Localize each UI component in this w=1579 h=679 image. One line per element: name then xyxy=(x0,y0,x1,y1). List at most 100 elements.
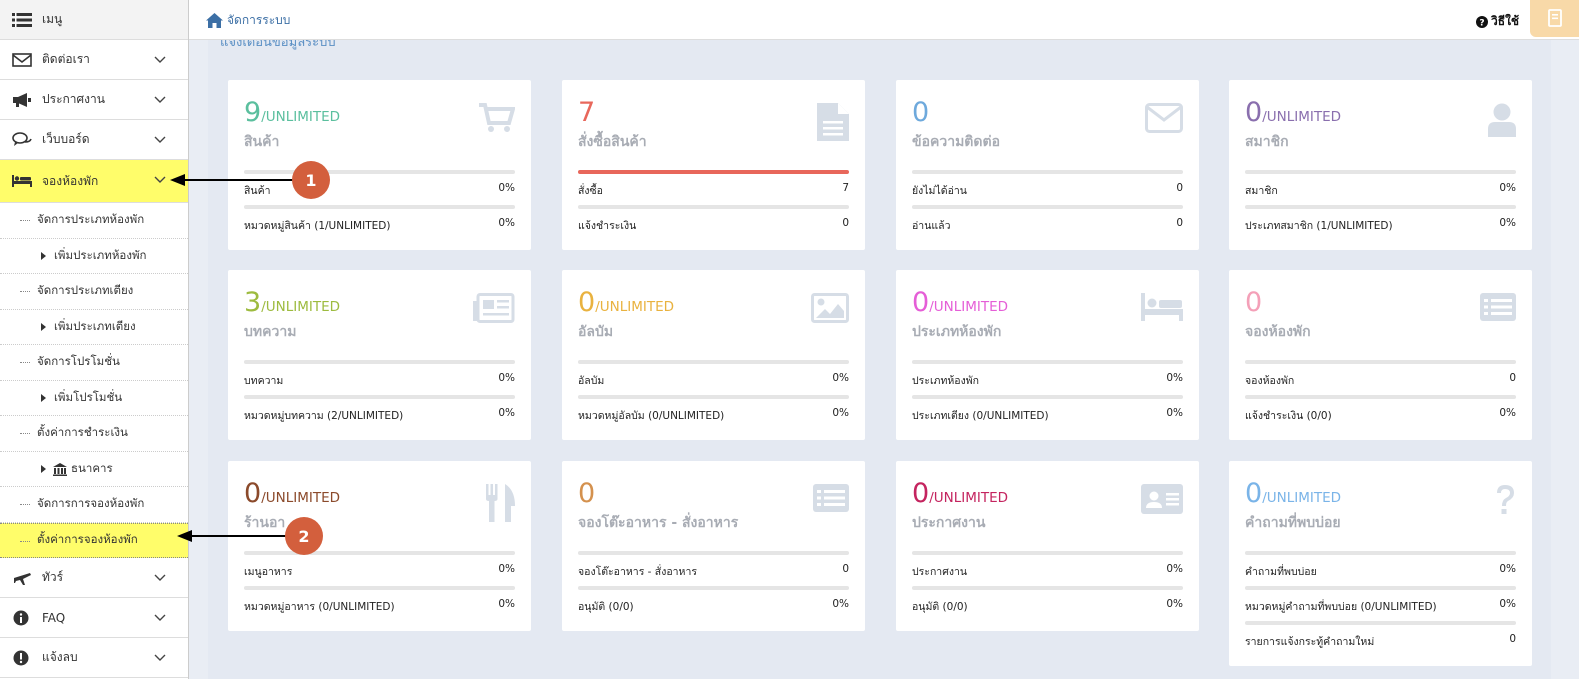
submenu-label: จัดการประเภทห้องพัก xyxy=(37,212,145,227)
submenu-booking-settings[interactable]: ตั้งค่าการจองห้องพัก xyxy=(0,522,188,558)
stat-number: 7 xyxy=(578,98,595,132)
id-card-icon xyxy=(1141,484,1183,517)
submenu-label: เพิ่มโปรโมชั่น xyxy=(54,389,123,404)
submenu-manage-bed-types[interactable]: จัดการประเภทเตียง xyxy=(0,274,188,310)
stat-card[interactable]: 0/UNLIMITED สมาชิก สมาชิก 0% ประเภทสมาชิก (1… xyxy=(1229,80,1532,250)
stat-card[interactable]: 0/UNLIMITED ประกาศงาน ประกาศงาน 0% อนุมัติ (… xyxy=(896,461,1199,631)
submenu-manage-promotions[interactable]: จัดการโปรโมชั่น xyxy=(0,345,188,381)
sidebar-item-report-delete[interactable]: แจ้งลบ xyxy=(0,638,188,678)
submenu-label: จัดการการจองห้องพัก xyxy=(37,496,145,511)
sidebar-item-jobs[interactable]: ประกาศงาน xyxy=(0,80,188,120)
chevron-down-icon xyxy=(154,176,166,183)
sidebar-item-tour[interactable]: ทัวร์ xyxy=(0,558,188,598)
progress-bar xyxy=(244,395,515,399)
stat-row-label: หมวดหมู่อาหาร (0/UNLIMITED) xyxy=(244,601,395,613)
notebook-button[interactable] xyxy=(1530,0,1579,37)
stat-count: 0 xyxy=(1245,97,1263,128)
progress-bar xyxy=(1245,360,1516,364)
caret-right-icon xyxy=(41,464,46,473)
stat-number: 0/UNLIMITED xyxy=(1245,98,1341,132)
stat-unit: /UNLIMITED xyxy=(595,299,675,315)
progress-bar xyxy=(244,360,515,364)
help-link[interactable]: ? วิธีใช้ xyxy=(1476,12,1519,31)
submenu-payment-settings[interactable]: ตั้งค่าการชำระเงิน xyxy=(0,416,188,452)
stat-unit: /UNLIMITED xyxy=(1262,490,1342,506)
submenu-manage-bookings[interactable]: จัดการการจองห้องพัก xyxy=(0,487,188,523)
stat-row-label: เมนูอาหาร xyxy=(244,566,293,578)
tree-dash xyxy=(20,362,30,363)
progress-bar xyxy=(244,205,515,209)
stat-row: ประเภทเตียง (0/UNLIMITED) 0% xyxy=(912,407,1183,424)
stat-row: หมวดหมู่คำถามที่พบบ่อย (0/UNLIMITED) 0% xyxy=(1245,598,1516,615)
stat-row-value: 0% xyxy=(1166,563,1183,575)
stat-card[interactable]: 0/UNLIMITED คำถามที่พบบ่อยคำถามที่พบบ่อย 0… xyxy=(1229,461,1532,666)
sidebar-item-label: เว็บบอร์ด xyxy=(42,132,90,146)
submenu-manage-room-types[interactable]: จัดการประเภทห้องพัก xyxy=(0,203,188,239)
sidebar-item-contact[interactable]: ติดต่อเรา xyxy=(0,40,188,80)
stat-row: อัลบัม 0% xyxy=(578,372,849,389)
stat-row: แจ้งชำระเงิน 0 xyxy=(578,217,849,234)
stat-title: ประกาศงาน xyxy=(912,515,986,531)
stat-card[interactable]: 9/UNLIMITED สินค้า สินค้า 0% หมวดหมู่สินค้า … xyxy=(228,80,531,250)
submenu-label: จัดการประเภทเตียง xyxy=(37,283,134,298)
stat-card[interactable]: 0 ข้อความติดต่อ ยังไม่ได้อ่าน 0 อ่านแล้ว 0 xyxy=(896,80,1199,250)
stat-card[interactable]: 7 สั่งซื้อสินค้า สั่งซื้อ 7 แจ้งชำระเงิน 0 xyxy=(562,80,865,250)
stat-number: 0/UNLIMITED xyxy=(912,479,1008,513)
sidebar-item-label: ทัวร์ xyxy=(42,570,64,584)
stat-card[interactable]: 0 จองโต๊ะอาหาร - สั่งอาหาร จองโต๊ะอาหาร - … xyxy=(562,461,865,631)
breadcrumb[interactable]: จัดการระบบ xyxy=(206,11,290,30)
stat-count: 0 xyxy=(244,478,262,509)
sidebar-item-faq[interactable]: FAQ xyxy=(0,598,188,638)
stat-row: คำถามที่พบบ่อย 0% xyxy=(1245,563,1516,580)
stat-row-label: รายการแจ้งกระทู้คำถามใหม่ xyxy=(1245,636,1375,648)
stat-row: ประกาศงาน 0% xyxy=(912,563,1183,580)
submenu-label: เพิ่มประเภทห้องพัก xyxy=(54,247,147,262)
utensils-icon xyxy=(485,484,515,525)
submenu-bank[interactable]: ธนาคาร xyxy=(0,452,188,487)
stat-row-label: หมวดหมู่สินค้า (1/UNLIMITED) xyxy=(244,220,391,232)
sidebar-menu-header[interactable]: เมนู xyxy=(0,0,188,40)
submenu-add-bed-type[interactable]: เพิ่มประเภทเตียง xyxy=(0,310,188,345)
list-icon xyxy=(813,484,849,515)
stat-card[interactable]: 3/UNLIMITED บทความ บทความ 0% หมวดหมู่บทความ … xyxy=(228,270,531,440)
stat-card[interactable]: 0/UNLIMITED อัลบัม อัลบัม 0% หมวดหมู่อัลบัม … xyxy=(562,270,865,440)
topbar: จัดการระบบ ? วิธีใช้ xyxy=(189,0,1579,40)
stat-row-label: ประกาศงาน xyxy=(912,566,968,578)
chevron-down-icon xyxy=(154,614,166,621)
stat-title: คำถามที่พบบ่อย xyxy=(1245,515,1341,531)
stat-row: ยังไม่ได้อ่าน 0 xyxy=(912,182,1183,199)
stat-title: บทความ xyxy=(244,324,297,340)
stat-title: ข้อความติดต่อ xyxy=(912,134,1000,150)
stat-title: จองห้องพัก xyxy=(1245,324,1311,340)
stat-row: อนุมัติ (0/0) 0% xyxy=(912,598,1183,615)
stat-count: 0 xyxy=(578,287,596,318)
stat-card[interactable]: 0/UNLIMITED ประเภทห้องพัก ประเภทห้องพัก 0% ป… xyxy=(896,270,1199,440)
progress-bar xyxy=(578,205,849,209)
stat-row: ประเภทห้องพัก 0% xyxy=(912,372,1183,389)
submenu-add-promotion[interactable]: เพิ่มโปรโมชั่น xyxy=(0,381,188,416)
stat-row-value: 0% xyxy=(1499,598,1516,610)
stat-row-label: สินค้า xyxy=(244,185,271,197)
envelope-icon xyxy=(1145,103,1183,136)
stat-title: จองโต๊ะอาหาร - สั่งอาหาร xyxy=(578,515,739,531)
callout-badge-2: 2 xyxy=(285,517,323,555)
stat-card[interactable]: 0/UNLIMITED ร้านอา เมนูอาหาร 0% หมวดหมู่อาหา… xyxy=(228,461,531,631)
svg-text:?: ? xyxy=(1479,18,1484,28)
document-icon xyxy=(817,103,849,144)
stat-number: 0 xyxy=(912,98,929,132)
stat-card[interactable]: 0 จองห้องพัก จองห้องพัก 0 แจ้งชำระเงิน (0/0)… xyxy=(1229,270,1532,440)
stat-row-value: 0% xyxy=(832,598,849,610)
stat-number: 0/UNLIMITED xyxy=(1245,479,1341,513)
sidebar-item-webboard[interactable]: เว็บบอร์ด xyxy=(0,120,188,160)
sidebar-item-label: จองห้องพัก xyxy=(42,173,99,188)
progress-bar xyxy=(912,395,1183,399)
stat-row-label: สมาชิก xyxy=(1245,185,1278,197)
stat-row: แจ้งชำระเงิน (0/0) 0% xyxy=(1245,407,1516,424)
stat-row: สมาชิก 0% xyxy=(1245,182,1516,199)
dashboard-main: แจ้งเตือนข้อมูลระบบ 9/UNLIMITED สินค้า สิน… xyxy=(208,40,1551,679)
submenu-add-room-type[interactable]: เพิ่มประเภทห้องพัก xyxy=(0,239,188,274)
bed-icon xyxy=(1141,293,1183,324)
sidebar-item-room-booking[interactable]: จองห้องพัก xyxy=(0,160,188,203)
stat-title: สั่งซื้อสินค้า xyxy=(578,134,647,150)
stat-title: สมาชิก xyxy=(1245,134,1289,150)
